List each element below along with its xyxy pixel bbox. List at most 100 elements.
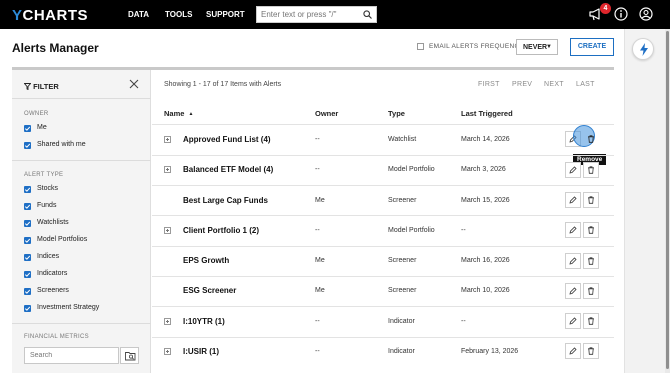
quick-actions-button[interactable]	[632, 38, 654, 60]
remove-button[interactable]	[583, 192, 599, 208]
row-last-triggered: --	[461, 318, 466, 325]
user-account-icon[interactable]	[639, 7, 653, 23]
pencil-icon	[569, 287, 577, 295]
checkbox-checked	[24, 305, 31, 312]
trash-icon	[588, 196, 594, 204]
pager-first[interactable]: FIRST	[478, 81, 500, 88]
row-owner: Me	[315, 197, 325, 204]
financial-metrics-heading: FINANCIAL METRICS	[24, 334, 89, 340]
row-last-triggered: --	[461, 227, 466, 234]
alert-type-heading: ALERT TYPE	[24, 172, 64, 178]
column-header-last-triggered[interactable]: Last Triggered	[461, 109, 513, 118]
row-owner: --	[315, 166, 320, 173]
filter-divider	[12, 160, 151, 161]
row-type: Screener	[388, 287, 417, 294]
row-type: Model Portfolio	[388, 227, 435, 234]
row-name[interactable]: ESG Screener	[183, 286, 236, 295]
checkbox-checked	[24, 288, 31, 295]
row-name[interactable]: Approved Fund List (4)	[183, 135, 271, 144]
close-filter-icon[interactable]	[129, 79, 139, 91]
row-name[interactable]: EPS Growth	[183, 256, 229, 265]
remove-button[interactable]	[583, 131, 599, 147]
metrics-search-button[interactable]	[120, 347, 139, 364]
column-header-owner[interactable]: Owner	[315, 109, 338, 118]
pager-last[interactable]: LAST	[576, 81, 595, 88]
remove-button[interactable]	[583, 162, 599, 178]
search-icon[interactable]	[363, 10, 372, 21]
remove-button[interactable]	[583, 313, 599, 329]
row-type: Indicator	[388, 318, 415, 325]
remove-button[interactable]	[583, 253, 599, 269]
trash-icon	[588, 287, 594, 295]
funnel-icon	[23, 83, 32, 91]
results-count: Showing 1 - 17 of 17 Items with Alerts	[164, 81, 282, 88]
row-owner: Me	[315, 287, 325, 294]
caret-down-icon: ▼	[546, 44, 552, 50]
frequency-select[interactable]: NEVER ▼	[516, 39, 558, 55]
row-name[interactable]: I:10YTR (1)	[183, 317, 225, 326]
edit-button[interactable]	[565, 222, 581, 238]
checkbox-checked	[24, 254, 31, 261]
expand-row-icon[interactable]	[164, 136, 171, 143]
expand-row-icon[interactable]	[164, 227, 171, 234]
trash-icon	[588, 135, 594, 143]
global-search-input[interactable]	[257, 7, 357, 22]
expand-row-icon[interactable]	[164, 318, 171, 325]
pencil-icon	[569, 166, 577, 174]
info-icon[interactable]	[614, 7, 628, 23]
row-divider	[152, 276, 614, 277]
expand-row-icon[interactable]	[164, 166, 171, 173]
checkbox-checked	[24, 220, 31, 227]
trash-icon	[588, 347, 594, 355]
email-alerts-label: EMAIL ALERTS FREQUENCY:	[429, 43, 526, 50]
row-name[interactable]: Balanced ETF Model (4)	[183, 165, 273, 174]
sort-ascending-icon: ▲	[188, 111, 194, 117]
row-name[interactable]: Best Large Cap Funds	[183, 196, 268, 205]
email-alerts-checkbox[interactable]	[417, 43, 424, 50]
expand-row-icon[interactable]	[164, 348, 171, 355]
edit-button[interactable]	[565, 192, 581, 208]
trash-icon	[588, 166, 594, 174]
ycharts-logo[interactable]: YCHARTS	[12, 7, 88, 24]
filter-divider	[12, 323, 151, 324]
row-owner: --	[315, 348, 320, 355]
right-rail	[624, 29, 665, 373]
row-last-triggered: March 16, 2026	[461, 257, 510, 264]
column-header-name[interactable]: Name ▲	[164, 109, 193, 118]
page-title: Alerts Manager	[12, 41, 99, 55]
create-button[interactable]: CREATE	[570, 38, 614, 56]
edit-button[interactable]	[565, 343, 581, 359]
row-last-triggered: March 15, 2026	[461, 197, 510, 204]
row-last-triggered: March 14, 2026	[461, 136, 510, 143]
lightning-icon	[640, 43, 648, 56]
nav-tools-link[interactable]: TOOLS	[165, 10, 192, 19]
trash-icon	[588, 226, 594, 234]
edit-button[interactable]	[565, 162, 581, 178]
pager-prev[interactable]: PREV	[512, 81, 532, 88]
global-search	[256, 6, 377, 23]
metrics-search-input[interactable]	[25, 348, 115, 363]
row-divider	[152, 215, 614, 216]
row-name[interactable]: I:USIR (1)	[183, 347, 219, 356]
checkbox-checked	[24, 186, 31, 193]
row-owner: Me	[315, 257, 325, 264]
trash-icon	[588, 257, 594, 265]
filter-heading: FILTER	[23, 82, 59, 91]
column-header-type[interactable]: Type	[388, 109, 405, 118]
nav-data-link[interactable]: DATA	[128, 10, 149, 19]
remove-button[interactable]	[583, 283, 599, 299]
pencil-icon	[569, 226, 577, 234]
row-type: Watchlist	[388, 136, 417, 143]
page-scrollbar-thumb[interactable]	[666, 31, 669, 369]
pager-next[interactable]: NEXT	[544, 81, 564, 88]
row-name[interactable]: Client Portfolio 1 (2)	[183, 226, 259, 235]
edit-button[interactable]	[565, 313, 581, 329]
edit-button[interactable]	[565, 253, 581, 269]
remove-button[interactable]	[583, 222, 599, 238]
row-divider	[152, 306, 614, 307]
row-last-triggered: March 10, 2026	[461, 287, 510, 294]
edit-button[interactable]	[565, 283, 581, 299]
notification-badge: 4	[600, 3, 611, 14]
nav-support-link[interactable]: SUPPORT	[206, 10, 245, 19]
remove-button[interactable]	[583, 343, 599, 359]
